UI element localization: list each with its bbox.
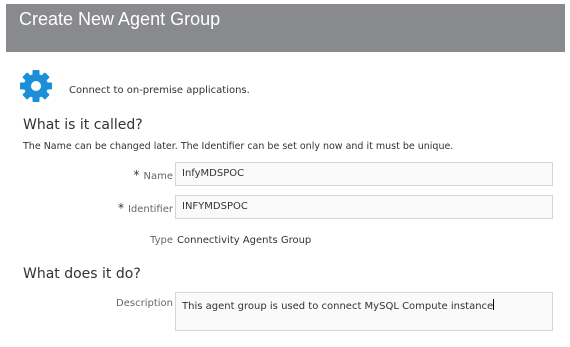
dialog-title: Create New Agent Group <box>19 9 221 29</box>
name-label-text: Name <box>143 171 173 182</box>
section-title-what-is-it-called: What is it called? <box>23 117 143 133</box>
required-marker: * <box>117 201 124 215</box>
identifier-label-text: Identifier <box>127 204 173 215</box>
identifier-input[interactable]: INFYMDSPOC <box>175 195 553 219</box>
dialog-header: Create New Agent Group <box>6 4 565 52</box>
gear-icon <box>18 68 54 104</box>
identifier-label: * Identifier <box>118 201 173 215</box>
type-value: Connectivity Agents Group <box>177 235 312 246</box>
text-caret <box>493 299 495 310</box>
description-label: Description <box>116 298 173 309</box>
identity-help-text: The Name can be changed later. The Ident… <box>23 141 454 152</box>
section-title-what-does-it-do: What does it do? <box>23 266 141 282</box>
create-agent-group-dialog: Create New Agent Group Connect to on-pre… <box>0 0 570 347</box>
intro-text: Connect to on-premise applications. <box>69 85 250 96</box>
name-input[interactable]: InfyMDSPOC <box>175 162 553 186</box>
type-label: Type <box>150 235 173 246</box>
description-textarea[interactable]: This agent group is used to connect MySQ… <box>175 292 553 331</box>
name-label: * Name <box>133 168 173 182</box>
required-marker: * <box>133 168 140 182</box>
description-text: This agent group is used to connect MySQ… <box>182 301 494 312</box>
